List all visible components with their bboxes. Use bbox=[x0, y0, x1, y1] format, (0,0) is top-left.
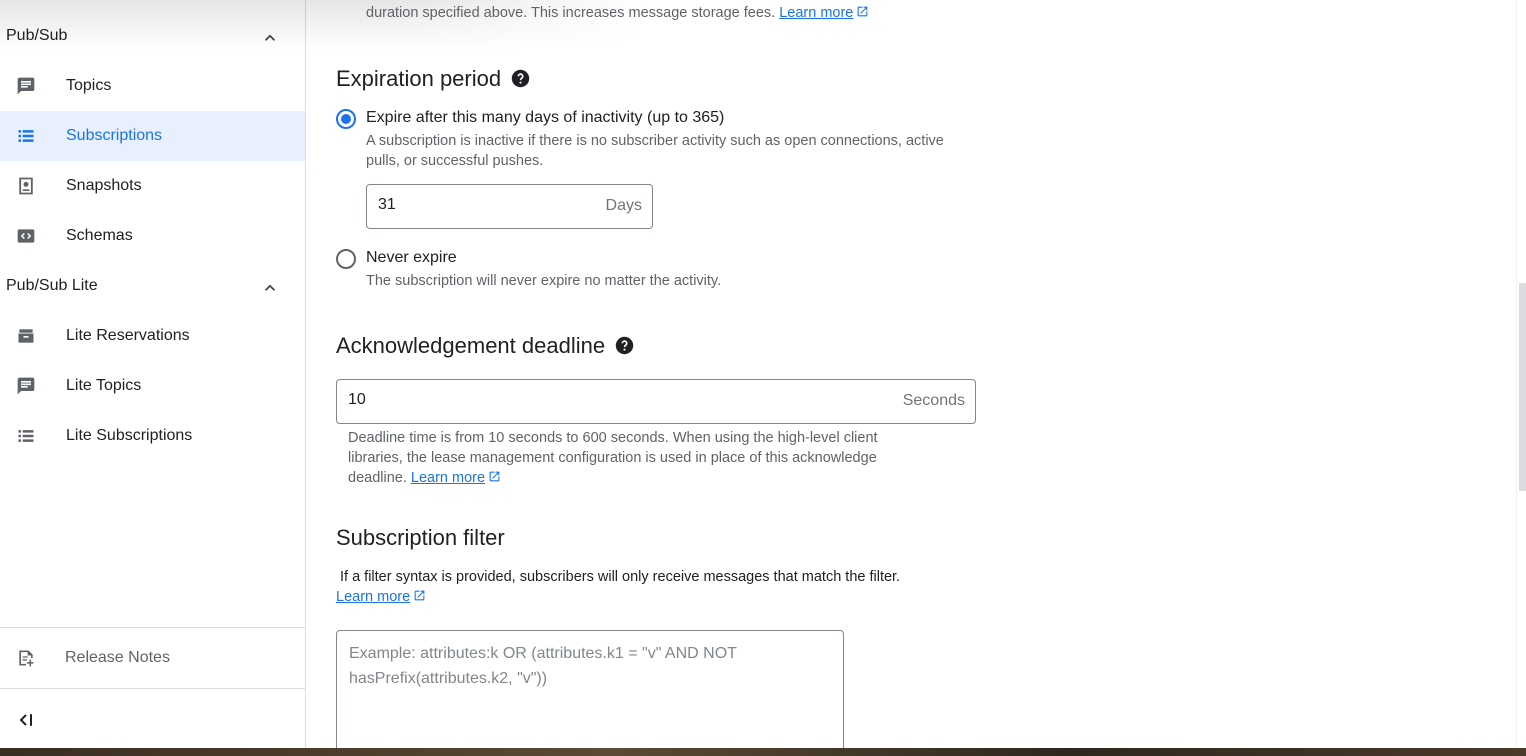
subscription-filter-heading: Subscription filter bbox=[336, 525, 505, 550]
main-content: duration specified above. This increases… bbox=[306, 0, 1516, 756]
sidebar-group-label: Pub/Sub Lite bbox=[6, 277, 98, 294]
app-root: Pub/Sub Topics Subscriptions Snapshots S… bbox=[0, 0, 1526, 756]
page-scrollbar[interactable] bbox=[1516, 0, 1526, 748]
sidebar-item-label: Lite Subscriptions bbox=[66, 427, 193, 444]
subscription-filter-learn-more: Learn more bbox=[336, 589, 426, 605]
sidebar-item-release-notes[interactable]: Release Notes bbox=[0, 633, 305, 683]
ack-deadline-desc-3-text: deadline. bbox=[348, 470, 407, 486]
ack-deadline-title: Acknowledgement deadline bbox=[336, 333, 606, 358]
ack-deadline-input[interactable]: 10 Seconds bbox=[336, 379, 976, 424]
release-notes-icon bbox=[19, 650, 34, 667]
expiration-title: Expiration period bbox=[336, 66, 502, 91]
never-expire-label: Never expire bbox=[366, 249, 457, 266]
never-expire-desc: The subscription will never expire no ma… bbox=[366, 273, 722, 289]
sidebar-item-schemas[interactable]: Schemas bbox=[0, 211, 305, 261]
ack-deadline-desc-1: Deadline time is from 10 seconds to 600 … bbox=[348, 430, 878, 446]
expiration-days-suffix: Days bbox=[605, 197, 642, 214]
sidebar-item-topics[interactable]: Topics bbox=[0, 61, 305, 111]
ack-deadline-value: 10 bbox=[348, 391, 366, 408]
sidebar-item-label: Snapshots bbox=[66, 177, 142, 194]
sidebar-item-label: Release Notes bbox=[65, 649, 170, 666]
subscriptions-icon bbox=[18, 130, 34, 142]
lite-topics-icon bbox=[17, 377, 35, 395]
sidebar-item-label: Subscriptions bbox=[66, 127, 163, 144]
ack-deadline-heading: Acknowledgement deadline bbox=[336, 333, 634, 359]
learn-more-link[interactable]: Learn more bbox=[411, 470, 485, 486]
external-link-icon bbox=[489, 471, 500, 482]
never-expire-radio[interactable] bbox=[336, 249, 356, 269]
subscription-filter-textarea[interactable]: Example: attributes:k OR (attributes.k1 … bbox=[336, 630, 844, 756]
help-icon[interactable] bbox=[615, 336, 634, 355]
learn-more-link[interactable]: Learn more bbox=[779, 5, 853, 21]
topics-icon bbox=[17, 77, 35, 95]
expire-after-days-radio[interactable] bbox=[336, 109, 356, 129]
lite-subscriptions-icon bbox=[18, 430, 34, 442]
external-link-icon bbox=[414, 590, 425, 601]
sidebar-nav: Pub/Sub Topics Subscriptions Snapshots S… bbox=[0, 0, 306, 748]
snapshots-icon bbox=[19, 177, 33, 195]
expire-after-days-desc-2: pulls, or successful pushes. bbox=[366, 153, 544, 169]
sidebar-item-label: Lite Reservations bbox=[66, 327, 190, 344]
sidebar-item-lite-topics[interactable]: Lite Topics bbox=[0, 361, 305, 411]
ack-deadline-desc-3: deadline. Learn more bbox=[348, 468, 501, 488]
chevron-up-icon[interactable] bbox=[260, 28, 280, 48]
ack-deadline-suffix: Seconds bbox=[902, 392, 965, 409]
sidebar-group-label: Pub/Sub bbox=[6, 27, 68, 44]
collapse-sidebar-icon[interactable] bbox=[16, 710, 36, 730]
sidebar-item-lite-reservations[interactable]: Lite Reservations bbox=[0, 311, 305, 361]
sidebar-item-subscriptions[interactable]: Subscriptions bbox=[0, 111, 305, 161]
sidebar-group-pubsub[interactable]: Pub/Sub bbox=[0, 11, 305, 61]
learn-more-link[interactable]: Learn more bbox=[336, 589, 410, 605]
sidebar-item-snapshots[interactable]: Snapshots bbox=[0, 161, 305, 211]
sidebar-divider bbox=[0, 688, 305, 689]
subscription-filter-desc: If a filter syntax is provided, subscrib… bbox=[340, 569, 901, 585]
external-link-icon bbox=[858, 6, 868, 17]
expire-after-days-label: Expire after this many days of inactivit… bbox=[366, 109, 725, 126]
expiration-days-value: 31 bbox=[378, 196, 396, 213]
sidebar-divider bbox=[0, 627, 305, 628]
schemas-icon bbox=[17, 229, 35, 243]
lite-reservations-icon bbox=[18, 329, 34, 343]
retention-description: duration specified above. This increases… bbox=[366, 3, 869, 23]
expiration-days-input[interactable]: 31 Days bbox=[366, 184, 653, 229]
help-icon[interactable] bbox=[511, 69, 530, 88]
expire-after-days-desc-1: A subscription is inactive if there is n… bbox=[366, 133, 944, 149]
expiration-heading: Expiration period bbox=[336, 66, 530, 92]
scrollbar-thumb[interactable] bbox=[1519, 283, 1526, 491]
sidebar-item-label: Schemas bbox=[66, 227, 133, 244]
sidebar-item-label: Lite Topics bbox=[66, 377, 142, 394]
sidebar-group-pubsub-lite[interactable]: Pub/Sub Lite bbox=[0, 261, 305, 311]
sidebar-item-label: Topics bbox=[66, 77, 112, 94]
chevron-up-icon[interactable] bbox=[260, 278, 280, 298]
subscription-filter-placeholder: Example: attributes:k OR (attributes.k1 … bbox=[349, 645, 737, 687]
desktop-taskbar-edge bbox=[0, 748, 1526, 756]
retention-description-text: duration specified above. This increases… bbox=[366, 5, 776, 21]
sidebar-item-lite-subscriptions[interactable]: Lite Subscriptions bbox=[0, 411, 305, 461]
ack-deadline-desc-2: libraries, the lease management configur… bbox=[348, 450, 877, 466]
